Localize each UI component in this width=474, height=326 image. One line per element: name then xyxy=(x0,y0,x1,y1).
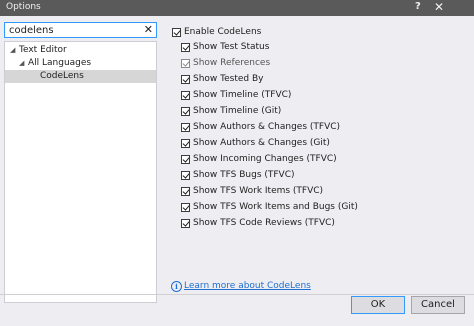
option-label: Show TFS Code Reviews (TFVC) xyxy=(193,218,335,228)
cancel-button[interactable]: Cancel xyxy=(411,296,465,314)
option-checkbox-test-status[interactable] xyxy=(181,43,190,52)
expand-icon[interactable]: ◢ xyxy=(19,59,24,67)
option-checkbox-tested-by[interactable] xyxy=(181,75,190,84)
close-button[interactable]: ✕ xyxy=(434,0,444,14)
tree-item-label: Text Editor xyxy=(19,45,67,55)
option-checkbox-references xyxy=(181,59,190,68)
info-icon: i xyxy=(171,281,182,292)
footer-divider xyxy=(0,294,474,295)
window-title: Options xyxy=(6,2,41,12)
tree-item-label: All Languages xyxy=(28,58,92,68)
dialog-body: codelens ✕ ◢ Text Editor ◢ All Languages… xyxy=(0,16,474,326)
ok-button[interactable]: OK xyxy=(351,296,405,314)
option-checkbox-timeline-tfvc[interactable] xyxy=(181,91,190,100)
search-input[interactable]: codelens xyxy=(9,25,54,36)
tree-item-label: CodeLens xyxy=(40,71,84,81)
title-bar: Options ? ✕ xyxy=(0,0,474,16)
option-checkbox-authors-tfvc[interactable] xyxy=(181,123,190,132)
option-checkbox-authors-git[interactable] xyxy=(181,139,190,148)
search-box[interactable]: codelens ✕ xyxy=(4,22,157,38)
option-checkbox-code-reviews[interactable] xyxy=(181,219,190,228)
option-checkbox-tfs-work-items[interactable] xyxy=(181,187,190,196)
option-label: Show Authors & Changes (TFVC) xyxy=(193,122,341,132)
enable-codelens-checkbox[interactable] xyxy=(172,28,181,37)
option-label: Show Authors & Changes (Git) xyxy=(193,138,330,148)
option-checkbox-tfs-bugs[interactable] xyxy=(181,171,190,180)
options-tree: ◢ Text Editor ◢ All Languages CodeLens xyxy=(4,41,157,303)
option-label: Show Incoming Changes (TFVC) xyxy=(193,154,337,164)
expand-icon[interactable]: ◢ xyxy=(10,46,15,54)
option-label: Show Tested By xyxy=(193,74,264,84)
option-label: Show Timeline (Git) xyxy=(193,106,282,116)
tree-item-text-editor[interactable]: ◢ Text Editor xyxy=(5,44,156,57)
option-label: Show TFS Bugs (TFVC) xyxy=(193,170,295,180)
option-label: Show TFS Work Items (TFVC) xyxy=(193,186,324,196)
option-label: Show References xyxy=(193,58,271,68)
option-checkbox-work-items-bugs-git[interactable] xyxy=(181,203,190,212)
enable-codelens-label: Enable CodeLens xyxy=(184,27,262,37)
tree-item-all-languages[interactable]: ◢ All Languages xyxy=(5,57,156,70)
help-button[interactable]: ? xyxy=(415,1,421,12)
tree-item-codelens[interactable]: CodeLens xyxy=(5,70,156,83)
option-label: Show TFS Work Items and Bugs (Git) xyxy=(193,202,358,212)
option-checkbox-timeline-git[interactable] xyxy=(181,107,190,116)
option-checkbox-incoming-changes[interactable] xyxy=(181,155,190,164)
learn-more-link[interactable]: Learn more about CodeLens xyxy=(184,281,311,291)
option-label: Show Timeline (TFVC) xyxy=(193,90,292,100)
option-label: Show Test Status xyxy=(193,42,270,52)
clear-search-icon[interactable]: ✕ xyxy=(144,23,153,36)
